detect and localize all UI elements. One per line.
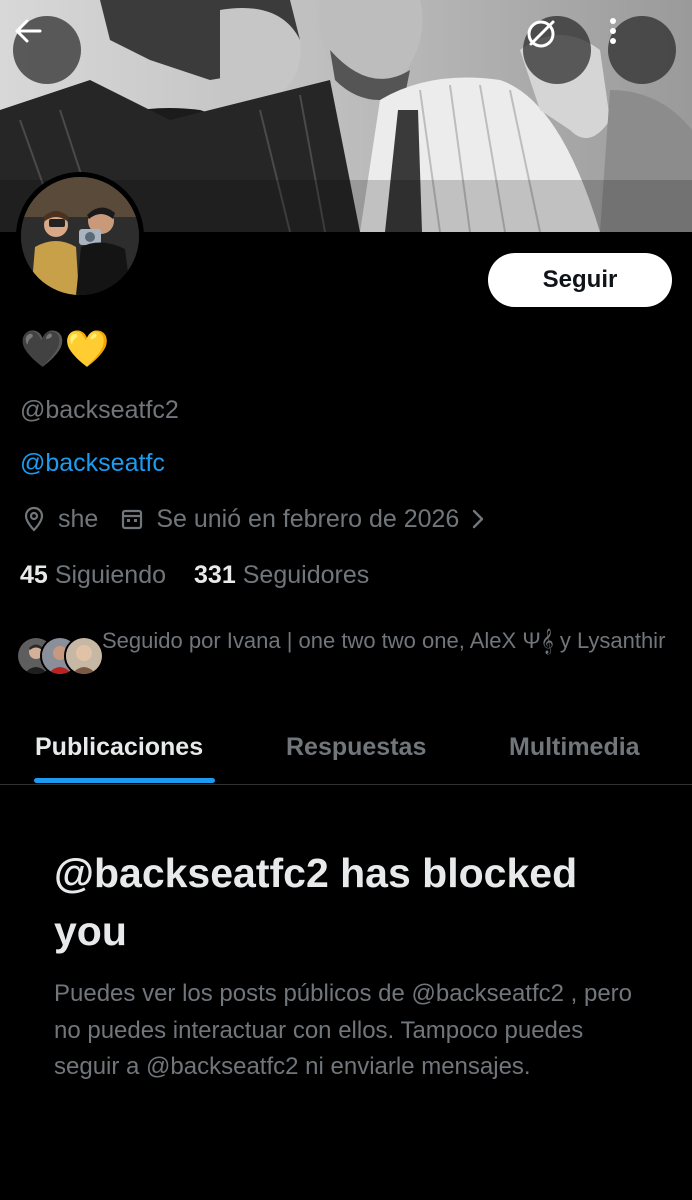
tab-respuestas[interactable]: Respuestas bbox=[286, 712, 426, 784]
profile-handle: @backseatfc2 bbox=[20, 396, 179, 424]
calendar-icon bbox=[118, 505, 146, 533]
following-count: 45 bbox=[20, 560, 48, 589]
blocked-title: @backseatfc2 has blocked you bbox=[54, 850, 578, 954]
follow-button[interactable]: Seguir bbox=[488, 253, 672, 307]
tab-publicaciones[interactable]: Publicaciones bbox=[35, 712, 203, 784]
display-name: 🖤💛 bbox=[20, 326, 110, 374]
follow-stats: 45 Siguiendo 331 Seguidores bbox=[20, 557, 369, 593]
location-text: she bbox=[58, 504, 99, 533]
follower-avatar bbox=[64, 636, 104, 676]
translate-off-icon bbox=[527, 20, 555, 48]
followers-count: 331 bbox=[194, 560, 236, 589]
translate-toggle-button[interactable] bbox=[523, 16, 591, 84]
black-heart-emoji: 🖤 bbox=[20, 329, 65, 370]
more-options-button[interactable] bbox=[608, 16, 676, 84]
tab-multimedia[interactable]: Multimedia bbox=[509, 712, 640, 784]
chevron-right-icon[interactable] bbox=[471, 508, 485, 530]
yellow-heart-emoji: 💛 bbox=[64, 329, 110, 370]
bio-mention-link[interactable]: @backseatfc bbox=[20, 446, 165, 480]
joined-date: Se unió en febrero de 2026 bbox=[156, 504, 460, 533]
following-label: Siguiendo bbox=[54, 560, 167, 589]
avatar[interactable] bbox=[16, 172, 144, 300]
followed-by-avatars bbox=[16, 636, 104, 678]
blocked-description: Puedes ver los posts públicos de @backse… bbox=[54, 980, 633, 1080]
back-button[interactable] bbox=[13, 16, 81, 84]
followers-label: Seguidores bbox=[242, 560, 370, 589]
arrow-left-icon bbox=[15, 19, 42, 43]
location-pin-icon bbox=[20, 505, 48, 533]
following-stat[interactable]: 45 Siguiendo bbox=[20, 561, 166, 590]
followed-by-text: Seguido por Ivana | one two two one, Ale… bbox=[102, 628, 666, 653]
profile-screen: Seguir 🖤💛 @backseatfc2 @backseatfc she S… bbox=[0, 0, 692, 1200]
active-tab-indicator bbox=[34, 778, 215, 783]
followed-by[interactable]: Seguido por Ivana | one two two one, Ale… bbox=[16, 622, 676, 692]
profile-meta: she Se unió en febrero de 2026 bbox=[20, 501, 485, 537]
more-vertical-icon bbox=[610, 18, 616, 44]
followers-stat[interactable]: 331 Seguidores bbox=[194, 561, 369, 590]
avatar-photo bbox=[21, 177, 139, 295]
profile-tabs: Publicaciones Respuestas Multimedia bbox=[0, 712, 692, 785]
